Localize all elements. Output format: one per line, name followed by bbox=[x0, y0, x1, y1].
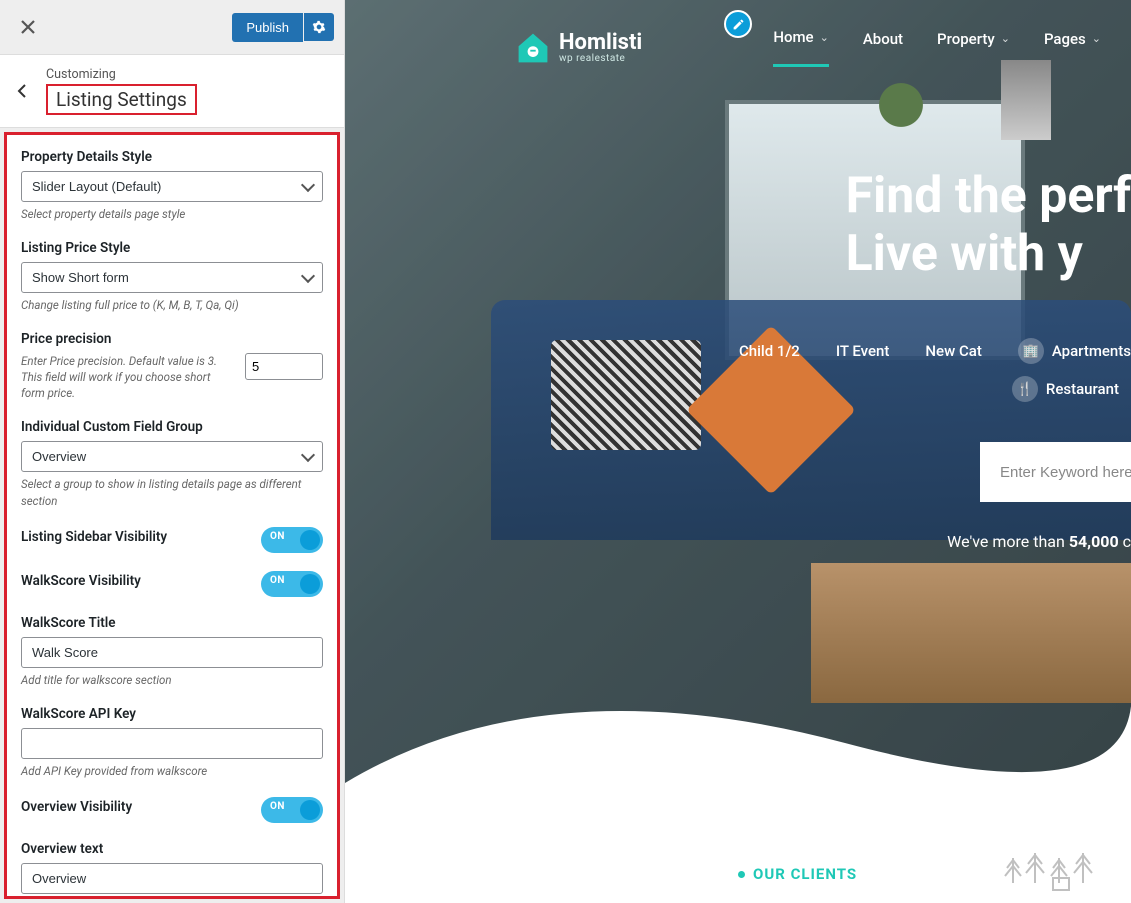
walkscore-visibility-label: WalkScore Visibility bbox=[21, 573, 141, 589]
scene-plant bbox=[871, 60, 931, 150]
logo-title: Homlisti bbox=[559, 32, 642, 54]
overview-visibility-label: Overview Visibility bbox=[21, 799, 132, 815]
custom-field-group-select[interactable]: Overview bbox=[21, 441, 323, 472]
gear-icon bbox=[312, 20, 326, 34]
price-precision-label: Price precision bbox=[21, 331, 233, 347]
restaurant-icon: 🍴 bbox=[1012, 376, 1038, 402]
property-details-style-select[interactable]: Slider Layout (Default) bbox=[21, 171, 323, 202]
hero-headline-1: Find the perf bbox=[846, 168, 1131, 226]
listing-price-style-label: Listing Price Style bbox=[21, 240, 323, 256]
walkscore-visibility-toggle[interactable]: ON bbox=[261, 571, 323, 597]
hero-headline-2: Live with y bbox=[846, 226, 1131, 284]
scene-plant bbox=[1001, 60, 1051, 140]
scene-table bbox=[811, 563, 1131, 703]
category-it-event[interactable]: IT Event bbox=[836, 342, 890, 360]
preview-pane: Homlisti wp realestate Home⌄ About Prope… bbox=[345, 0, 1131, 903]
nav-about[interactable]: About bbox=[863, 30, 903, 66]
publish-settings-button[interactable] bbox=[304, 13, 334, 41]
edit-shortcut-button[interactable] bbox=[724, 10, 752, 38]
custom-field-group-desc: Select a group to show in listing detail… bbox=[21, 476, 323, 508]
trees-decoration bbox=[1003, 838, 1113, 897]
listing-sidebar-visibility-toggle[interactable]: ON bbox=[261, 527, 323, 553]
site-logo[interactable]: Homlisti wp realestate bbox=[515, 30, 642, 66]
close-customizer-button[interactable] bbox=[10, 9, 46, 45]
clients-heading: OUR CLIENTS bbox=[738, 865, 857, 883]
category-child[interactable]: Child 1/2 bbox=[739, 342, 800, 360]
overview-visibility-toggle[interactable]: ON bbox=[261, 797, 323, 823]
listing-price-style-desc: Change listing full price to (K, M, B, T… bbox=[21, 297, 323, 313]
property-details-style-desc: Select property details page style bbox=[21, 206, 323, 222]
listing-sidebar-visibility-label: Listing Sidebar Visibility bbox=[21, 529, 167, 545]
price-precision-desc: Enter Price precision. Default value is … bbox=[21, 353, 233, 401]
chevron-down-icon: ⌄ bbox=[1092, 32, 1101, 45]
price-precision-input[interactable] bbox=[245, 353, 323, 380]
publish-button[interactable]: Publish bbox=[232, 13, 303, 42]
hero-stat: We've more than 54,000 c bbox=[947, 532, 1131, 551]
walkscore-api-input[interactable] bbox=[21, 728, 323, 759]
custom-field-group-label: Individual Custom Field Group bbox=[21, 419, 323, 435]
house-icon bbox=[515, 30, 551, 66]
walkscore-title-input[interactable] bbox=[21, 637, 323, 668]
breadcrumb: Customizing bbox=[46, 67, 197, 82]
property-details-style-label: Property Details Style bbox=[21, 149, 323, 165]
nav-home[interactable]: Home⌄ bbox=[773, 28, 828, 67]
walkscore-api-desc: Add API Key provided from walkscore bbox=[21, 763, 323, 779]
walkscore-api-label: WalkScore API Key bbox=[21, 706, 323, 722]
chevron-down-icon: ⌄ bbox=[1001, 32, 1010, 45]
section-title: Listing Settings bbox=[46, 84, 197, 115]
logo-subtitle: wp realestate bbox=[559, 54, 642, 64]
search-keyword-input[interactable] bbox=[980, 442, 1131, 502]
close-icon bbox=[21, 20, 35, 34]
chevron-down-icon: ⌄ bbox=[820, 31, 829, 44]
overview-text-label: Overview text bbox=[21, 841, 323, 857]
category-new-cat[interactable]: New Cat bbox=[925, 342, 981, 360]
walkscore-title-desc: Add title for walkscore section bbox=[21, 672, 323, 688]
walkscore-title-label: WalkScore Title bbox=[21, 615, 323, 631]
pencil-icon bbox=[732, 18, 745, 31]
nav-pages[interactable]: Pages⌄ bbox=[1044, 30, 1101, 66]
category-apartments[interactable]: 🏢Apartments bbox=[1018, 338, 1131, 364]
category-restaurant[interactable]: 🍴Restaurant bbox=[1012, 376, 1119, 402]
building-icon: 🏢 bbox=[1018, 338, 1044, 364]
back-button[interactable] bbox=[10, 79, 34, 103]
overview-text-input[interactable] bbox=[21, 863, 323, 894]
dot-icon bbox=[738, 871, 745, 878]
chevron-left-icon bbox=[17, 84, 27, 98]
listing-price-style-select[interactable]: Show Short form bbox=[21, 262, 323, 293]
nav-property[interactable]: Property⌄ bbox=[937, 30, 1010, 66]
